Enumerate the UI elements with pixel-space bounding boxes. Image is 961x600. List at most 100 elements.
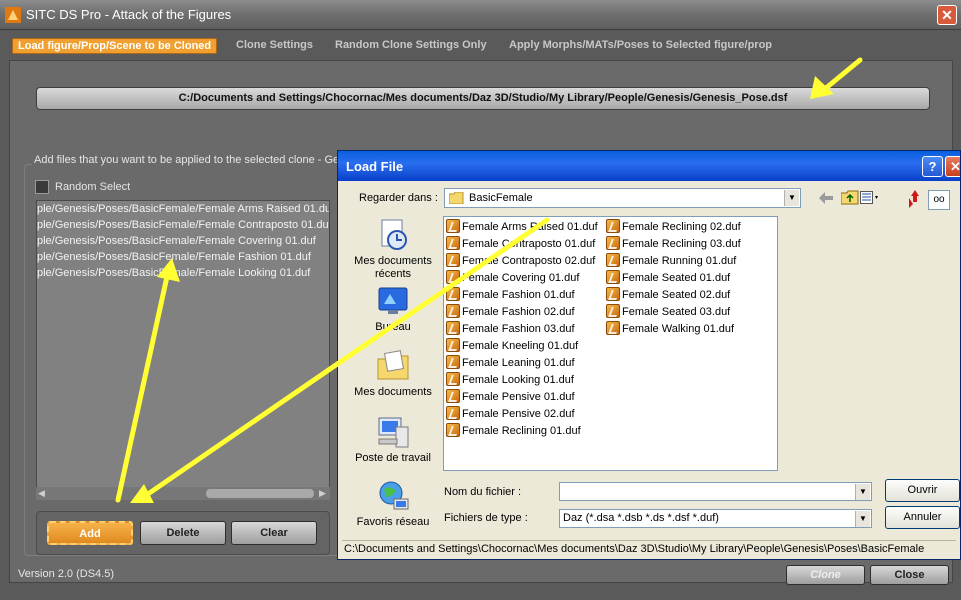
place-my-documents[interactable]: Mes documents bbox=[343, 349, 443, 399]
scroll-left-icon[interactable]: ◀ bbox=[38, 487, 45, 500]
list-item[interactable]: Female Leaning 01.duf bbox=[446, 355, 575, 371]
file-name: Female Pensive 02.duf bbox=[462, 408, 575, 420]
clone-button[interactable]: Clone bbox=[786, 565, 865, 585]
filetype-select[interactable]: Daz (*.dsa *.dsb *.ds *.dsf *.duf) ▼ bbox=[559, 509, 872, 528]
list-item[interactable]: Female Pensive 02.duf bbox=[446, 406, 575, 422]
duf-file-icon bbox=[446, 389, 460, 403]
duf-file-icon bbox=[446, 321, 460, 335]
tab-clone-settings[interactable]: Clone Settings bbox=[231, 38, 318, 54]
chevron-down-icon[interactable]: ▼ bbox=[855, 511, 870, 527]
list-item[interactable]: Female Contraposto 02.duf bbox=[446, 253, 595, 269]
delete-button[interactable]: Delete bbox=[140, 521, 226, 545]
list-item[interactable]: Female Kneeling 01.duf bbox=[446, 338, 578, 354]
place-my-computer[interactable]: Poste de travail bbox=[343, 415, 443, 465]
file-name: Female Contraposto 02.duf bbox=[462, 255, 596, 267]
duf-file-icon bbox=[606, 321, 620, 335]
duf-file-icon bbox=[446, 355, 460, 369]
list-item[interactable]: Female Seated 02.duf bbox=[606, 287, 730, 303]
place-label: Favoris réseau bbox=[356, 516, 430, 528]
list-item[interactable]: ple/Genesis/Poses/BasicFemale/Female Con… bbox=[37, 217, 329, 233]
duf-file-icon bbox=[606, 270, 620, 284]
extra-tool-icon[interactable] bbox=[905, 188, 926, 210]
status-bar: C:\Documents and Settings\Chocornac\Mes … bbox=[342, 540, 956, 558]
horizontal-scrollbar[interactable]: ◀ ▶ bbox=[36, 487, 330, 500]
list-item[interactable]: Female Reclining 02.duf bbox=[606, 219, 741, 235]
list-item[interactable]: Female Reclining 01.duf bbox=[446, 423, 581, 439]
filetype-value: Daz (*.dsa *.dsb *.ds *.dsf *.duf) bbox=[563, 512, 719, 524]
list-item[interactable]: Female Seated 03.duf bbox=[606, 304, 730, 320]
view-menu-icon[interactable] bbox=[860, 191, 881, 205]
list-item[interactable]: Female Looking 01.duf bbox=[446, 372, 574, 388]
file-name: Female Looking 01.duf bbox=[462, 374, 574, 386]
list-item[interactable]: ple/Genesis/Poses/BasicFemale/Female Cov… bbox=[37, 233, 329, 249]
file-name: Female Seated 03.duf bbox=[622, 306, 731, 318]
file-name: Female Leaning 01.duf bbox=[462, 357, 575, 369]
desktop-icon bbox=[378, 287, 408, 314]
duf-file-icon bbox=[606, 304, 620, 318]
tab-apply-morphs[interactable]: Apply Morphs/MATs/Poses to Selected figu… bbox=[504, 38, 777, 54]
scrollbar-thumb[interactable] bbox=[206, 489, 314, 498]
list-item[interactable]: Female Contraposto 01.duf bbox=[446, 236, 595, 252]
place-desktop[interactable]: Bureau bbox=[343, 284, 443, 334]
files-group-label: Add files that you want to be applied to… bbox=[32, 154, 367, 166]
list-item[interactable]: Female Fashion 01.duf bbox=[446, 287, 575, 303]
main-title-bar: SITC DS Pro - Attack of the Figures ✕ bbox=[0, 0, 961, 30]
dialog-close-button[interactable]: ✕ bbox=[945, 156, 960, 177]
scroll-right-icon[interactable]: ▶ bbox=[319, 487, 326, 500]
look-in-value: BasicFemale bbox=[469, 192, 533, 204]
duf-file-icon bbox=[446, 304, 460, 318]
chevron-down-icon[interactable]: ▼ bbox=[784, 190, 799, 206]
version-label: Version 2.0 (DS4.5) bbox=[18, 568, 114, 580]
list-item[interactable]: Female Seated 01.duf bbox=[606, 270, 730, 286]
my-documents-icon bbox=[377, 350, 409, 380]
duf-file-icon bbox=[446, 270, 460, 284]
file-name: Female Covering 01.duf bbox=[462, 272, 580, 284]
clear-button[interactable]: Clear bbox=[231, 521, 317, 545]
list-item[interactable]: Female Covering 01.duf bbox=[446, 270, 579, 286]
help-button[interactable]: ? bbox=[922, 156, 943, 177]
place-network[interactable]: Favoris réseau bbox=[343, 479, 443, 529]
file-name: Female Reclining 03.duf bbox=[622, 238, 741, 250]
up-folder-icon[interactable] bbox=[841, 190, 859, 205]
window-close-button[interactable]: ✕ bbox=[937, 5, 957, 25]
look-in-dropdown[interactable]: BasicFemale ▼ bbox=[444, 188, 801, 208]
chevron-down-icon[interactable]: ▼ bbox=[855, 484, 870, 500]
selected-files-list[interactable]: ple/Genesis/Poses/BasicFemale/Female Arm… bbox=[36, 200, 330, 500]
file-name: Female Arms Raised 01.duf bbox=[462, 221, 598, 233]
random-select-label: Random Select bbox=[55, 181, 131, 193]
tab-random-clone-settings[interactable]: Random Clone Settings Only bbox=[330, 38, 492, 54]
duf-file-icon bbox=[446, 253, 460, 267]
figure-path-button[interactable]: C:/Documents and Settings/Chocornac/Mes … bbox=[36, 87, 930, 110]
file-name: Female Fashion 02.duf bbox=[462, 306, 575, 318]
duf-file-icon bbox=[446, 406, 460, 420]
folder-icon bbox=[449, 192, 464, 204]
file-name: Female Seated 02.duf bbox=[622, 289, 731, 301]
back-icon[interactable] bbox=[819, 192, 833, 204]
tool-toggle-icon[interactable]: oo bbox=[928, 190, 950, 210]
random-select-checkbox[interactable] bbox=[35, 180, 49, 194]
file-name: Female Reclining 02.duf bbox=[622, 221, 741, 233]
app-icon bbox=[5, 7, 21, 23]
add-button[interactable]: Add bbox=[47, 521, 133, 545]
place-recent-documents[interactable]: Mes documents récents bbox=[343, 218, 443, 281]
list-item[interactable]: Female Fashion 02.duf bbox=[446, 304, 575, 320]
list-item[interactable]: Female Walking 01.duf bbox=[606, 321, 734, 337]
look-in-label: Regarder dans : bbox=[359, 192, 438, 204]
file-name: Female Kneeling 01.duf bbox=[462, 340, 579, 352]
list-item[interactable]: ple/Genesis/Poses/BasicFemale/Female Fas… bbox=[37, 249, 329, 265]
list-item[interactable]: Female Pensive 01.duf bbox=[446, 389, 575, 405]
close-button[interactable]: Close bbox=[870, 565, 949, 585]
status-path: C:\Documents and Settings\Chocornac\Mes … bbox=[344, 543, 925, 555]
list-item[interactable]: Female Arms Raised 01.duf bbox=[446, 219, 598, 235]
list-item[interactable]: Female Running 01.duf bbox=[606, 253, 736, 269]
list-item[interactable]: ple/Genesis/Poses/BasicFemale/Female Arm… bbox=[37, 201, 329, 217]
open-button[interactable]: Ouvrir bbox=[885, 479, 960, 502]
file-name: Female Running 01.duf bbox=[622, 255, 737, 267]
filename-input[interactable]: ▼ bbox=[559, 482, 872, 501]
cancel-button[interactable]: Annuler bbox=[885, 506, 960, 529]
file-browser-list[interactable]: Female Arms Raised 01.duf Female Contrap… bbox=[443, 216, 778, 471]
tab-load-figure[interactable]: Load figure/Prop/Scene to be Cloned bbox=[12, 38, 218, 54]
list-item[interactable]: Female Reclining 03.duf bbox=[606, 236, 741, 252]
list-item[interactable]: ple/Genesis/Poses/BasicFemale/Female Loo… bbox=[37, 265, 329, 281]
list-item[interactable]: Female Fashion 03.duf bbox=[446, 321, 575, 337]
